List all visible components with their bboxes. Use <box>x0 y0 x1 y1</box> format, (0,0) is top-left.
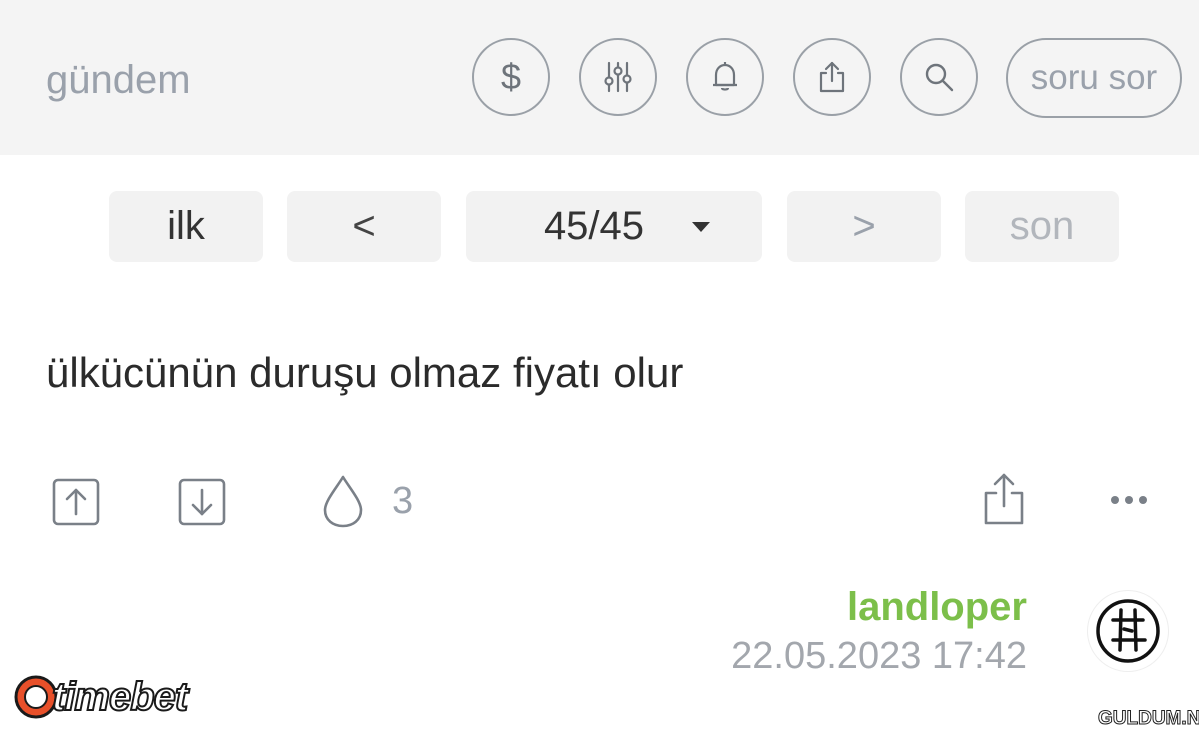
timebet-logo: timebet <box>14 668 189 726</box>
caret-down-icon <box>692 221 711 232</box>
entry-timestamp[interactable]: 22.05.2023 17:42 <box>731 633 1027 679</box>
bell-icon <box>713 62 737 91</box>
watermark: GULDUM.NET <box>1098 708 1199 730</box>
favorite-count: 3 <box>392 480 414 522</box>
dollar-button[interactable]: $ <box>472 38 550 116</box>
top-bar: gündem $ soru sor <box>0 0 1199 155</box>
first-page-button[interactable]: ilk <box>109 191 263 262</box>
author-name[interactable]: landloper <box>847 584 1027 630</box>
ellipsis-icon <box>1111 496 1147 504</box>
downvote-button[interactable] <box>176 476 228 528</box>
prev-page-button[interactable]: < <box>287 191 441 262</box>
more-options-button[interactable] <box>1108 488 1150 512</box>
page-selector[interactable]: 45/45 <box>466 191 762 262</box>
entry-text: ülkücünün duruşu olmaz fiyatı olur <box>46 349 684 396</box>
search-icon <box>925 63 954 92</box>
share-icon <box>819 61 845 93</box>
upvote-button[interactable] <box>50 476 102 528</box>
entry-share-button[interactable] <box>980 470 1028 528</box>
logo-text: timebet <box>51 674 189 720</box>
avatar[interactable] <box>1088 591 1168 671</box>
dollar-icon: $ <box>500 56 522 97</box>
notifications-button[interactable] <box>686 38 764 116</box>
next-page-button[interactable]: > <box>787 191 941 262</box>
ask-question-button[interactable]: soru sor <box>1006 38 1182 118</box>
drop-icon <box>323 475 363 528</box>
filter-button[interactable] <box>579 38 657 116</box>
favorite-button[interactable] <box>320 472 366 530</box>
last-page-button[interactable]: son <box>965 191 1119 262</box>
avatar-glyph-icon <box>1096 599 1160 663</box>
arrow-up-box-icon <box>52 478 100 526</box>
sliders-icon <box>604 61 632 93</box>
search-button[interactable] <box>900 38 978 116</box>
page-indicator: 45/45 <box>543 204 645 248</box>
share-button[interactable] <box>793 38 871 116</box>
share-icon <box>984 473 1024 525</box>
channel-title[interactable]: gündem <box>46 56 191 104</box>
arrow-down-box-icon <box>178 478 226 526</box>
